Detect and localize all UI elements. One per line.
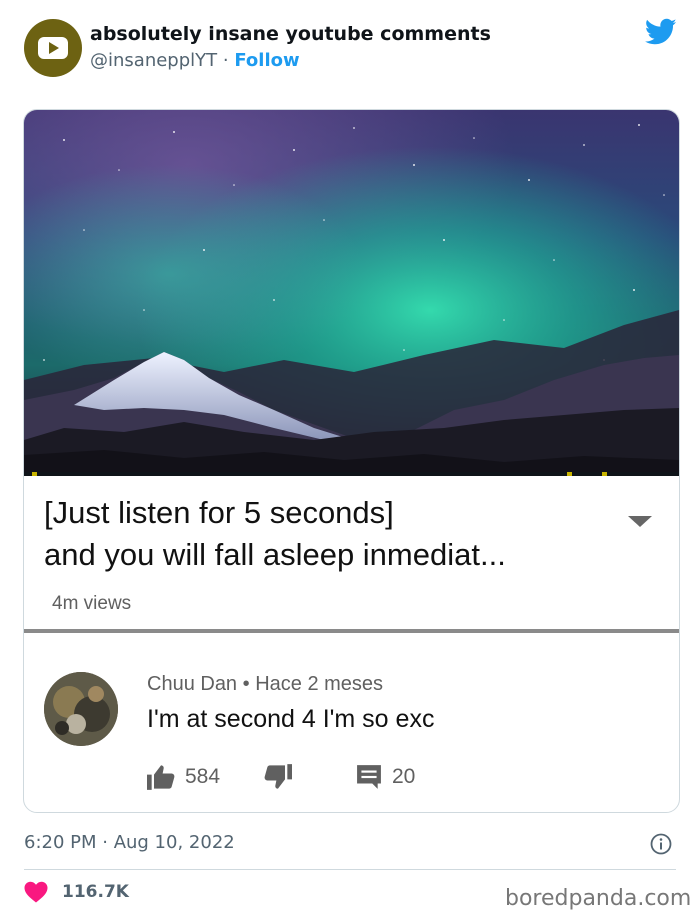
video-title[interactable]: [Just listen for 5 seconds] and you will… <box>44 492 604 576</box>
comment-author[interactable]: Chuu Dan <box>147 673 237 695</box>
follow-button[interactable]: Follow <box>234 50 299 71</box>
reply-action[interactable]: 20 <box>356 764 415 790</box>
heart-icon[interactable] <box>24 881 48 903</box>
like-action[interactable]: 584 <box>147 764 220 790</box>
video-progress-strip <box>24 472 679 476</box>
like-count: 584 <box>185 765 221 788</box>
handle-row: @insanepplYT · Follow <box>90 50 300 71</box>
commenter-avatar[interactable] <box>44 672 118 746</box>
youtube-logo-icon <box>38 37 68 59</box>
comment-meta: Chuu Dan • Hace 2 meses <box>147 673 383 696</box>
meta-bullet: • <box>242 673 250 695</box>
tweet-header: absolutely insane youtube comments @insa… <box>0 0 700 100</box>
dislike-action[interactable] <box>264 764 292 790</box>
account-avatar[interactable] <box>24 19 82 77</box>
comment-time: Hace 2 meses <box>255 673 384 695</box>
video-title-line-1: [Just listen for 5 seconds] <box>44 495 394 530</box>
info-icon[interactable] <box>650 833 672 855</box>
thumbs-down-icon[interactable] <box>264 764 292 790</box>
view-count: 4m views <box>52 593 132 614</box>
likes-row[interactable]: 116.7K <box>24 881 129 903</box>
tweet-timestamp[interactable]: 6:20 PM · Aug 10, 2022 <box>24 832 235 853</box>
twitter-bird-icon[interactable] <box>645 18 677 46</box>
section-divider <box>24 629 679 633</box>
separator-dot: · <box>222 50 229 71</box>
media-card[interactable]: [Just listen for 5 seconds] and you will… <box>23 109 680 813</box>
reply-comment-icon[interactable] <box>356 764 382 790</box>
footer-divider <box>24 869 676 870</box>
account-handle[interactable]: @insanepplYT <box>90 50 217 71</box>
reply-count: 20 <box>392 765 416 788</box>
likes-count: 116.7K <box>62 882 129 902</box>
aurora-thumbnail[interactable] <box>24 110 679 474</box>
comment-text: I'm at second 4 I'm so exc <box>147 705 435 733</box>
watermark: boredpanda.com <box>505 886 692 911</box>
account-name[interactable]: absolutely insane youtube comments <box>90 23 491 45</box>
thumbs-up-icon[interactable] <box>147 764 175 790</box>
video-title-line-2: and you will fall asleep inmediat... <box>44 537 506 572</box>
expand-dropdown-icon[interactable] <box>628 516 652 527</box>
